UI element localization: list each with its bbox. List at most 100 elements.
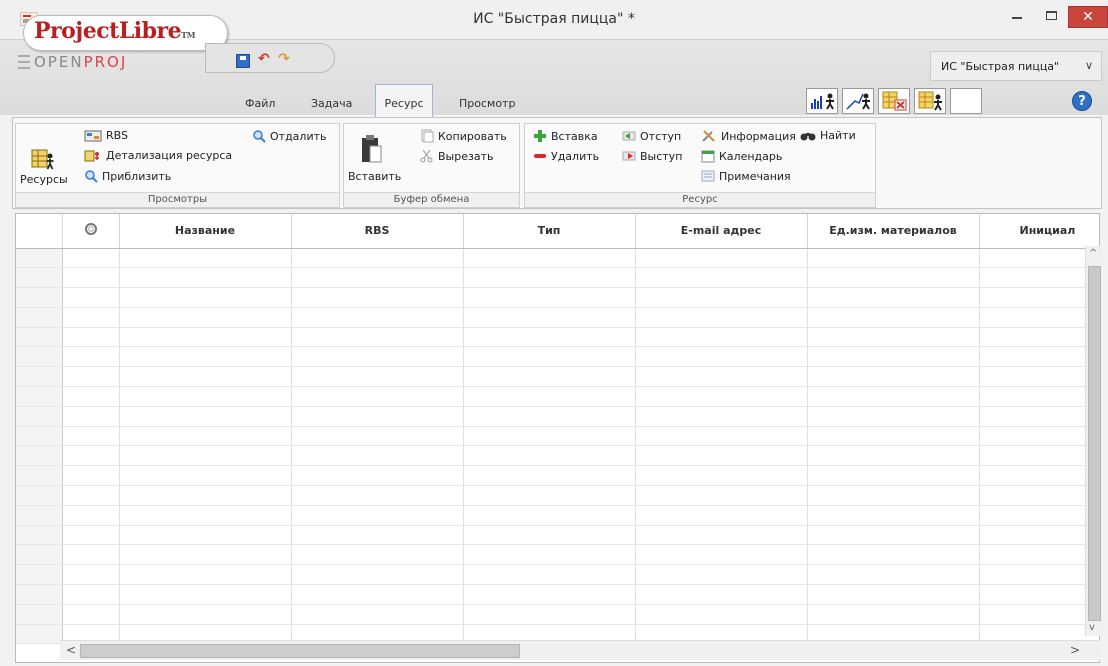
table-cell[interactable] (807, 564, 980, 586)
table-cell[interactable] (291, 386, 464, 407)
table-cell[interactable] (62, 485, 120, 506)
table-cell[interactable] (635, 346, 808, 368)
table-cell[interactable] (463, 346, 636, 368)
column-header-type[interactable]: Тип (463, 214, 636, 249)
table-cell[interactable] (979, 327, 1099, 348)
table-cell[interactable] (979, 287, 1099, 308)
table-row[interactable] (16, 327, 1099, 348)
table-row[interactable] (16, 465, 1099, 487)
table-cell[interactable] (979, 544, 1099, 566)
table-cell[interactable] (62, 248, 120, 269)
table-cell[interactable] (62, 584, 120, 605)
resource-histogram-icon[interactable] (806, 88, 838, 114)
table-cell[interactable] (807, 307, 980, 328)
table-cell[interactable] (807, 267, 980, 289)
row-header-cell[interactable] (16, 267, 63, 289)
table-cell[interactable] (635, 525, 808, 546)
table-cell[interactable] (635, 465, 808, 487)
table-cell[interactable] (635, 267, 808, 289)
table-row[interactable] (16, 564, 1099, 586)
table-cell[interactable] (119, 584, 292, 605)
tab-view[interactable]: Просмотр (459, 94, 515, 116)
table-row[interactable] (16, 346, 1099, 368)
table-cell[interactable] (62, 366, 120, 388)
resources-button[interactable]: Ресурсы (20, 148, 68, 186)
resource-sheet-icon[interactable] (914, 88, 946, 114)
table-cell[interactable] (635, 287, 808, 308)
column-header-material-unit[interactable]: Ед.изм. материалов (807, 214, 980, 249)
table-cell[interactable] (463, 386, 636, 407)
row-header-cell[interactable] (16, 465, 63, 487)
table-cell[interactable] (62, 525, 120, 546)
column-header-email[interactable]: E-mail адрес (635, 214, 808, 249)
scroll-up-arrow[interactable]: ^ (1089, 248, 1097, 259)
table-cell[interactable] (119, 307, 292, 328)
row-header-cell[interactable] (16, 624, 63, 645)
table-cell[interactable] (291, 445, 464, 467)
table-cell[interactable] (291, 544, 464, 566)
table-row[interactable] (16, 445, 1099, 467)
table-cell[interactable] (635, 307, 808, 328)
table-cell[interactable] (463, 327, 636, 348)
rbs-button[interactable]: RBS (84, 129, 128, 142)
table-cell[interactable] (807, 386, 980, 407)
table-cell[interactable] (807, 426, 980, 447)
resource-sheet-close-icon[interactable] (878, 88, 910, 114)
table-cell[interactable] (635, 426, 808, 447)
table-cell[interactable] (119, 248, 292, 269)
cut-button[interactable]: Вырезать (420, 149, 493, 163)
table-cell[interactable] (807, 465, 980, 487)
table-cell[interactable] (635, 604, 808, 625)
table-cell[interactable] (463, 604, 636, 625)
maximize-button[interactable] (1034, 0, 1068, 30)
table-row[interactable] (16, 604, 1099, 625)
close-button[interactable]: ✕ (1068, 6, 1108, 28)
table-cell[interactable] (463, 307, 636, 328)
table-row[interactable] (16, 287, 1099, 308)
paste-button[interactable]: Вставить (348, 134, 401, 183)
row-header-cell[interactable] (16, 406, 63, 427)
table-cell[interactable] (291, 307, 464, 328)
table-cell[interactable] (807, 248, 980, 269)
table-cell[interactable] (635, 327, 808, 348)
table-cell[interactable] (635, 406, 808, 427)
table-cell[interactable] (62, 445, 120, 467)
table-cell[interactable] (62, 544, 120, 566)
row-header-cell[interactable] (16, 307, 63, 328)
vertical-scrollbar[interactable]: ^ v (1085, 246, 1102, 636)
undo-icon[interactable]: ↶ (258, 51, 270, 67)
column-header-indicators[interactable] (62, 214, 120, 249)
blank-view-icon[interactable] (950, 88, 982, 114)
table-cell[interactable] (979, 485, 1099, 506)
copy-button[interactable]: Копировать (420, 129, 507, 143)
find-button[interactable]: Найти (800, 129, 856, 142)
table-cell[interactable] (119, 287, 292, 308)
table-cell[interactable] (291, 346, 464, 368)
table-cell[interactable] (463, 525, 636, 546)
resource-usage-graph-icon[interactable] (842, 88, 874, 114)
redo-icon[interactable]: ↷ (278, 51, 290, 67)
tab-task[interactable]: Задача (311, 94, 352, 116)
table-cell[interactable] (807, 327, 980, 348)
table-cell[interactable] (62, 465, 120, 487)
row-header-corner[interactable] (16, 214, 63, 249)
table-cell[interactable] (291, 505, 464, 526)
table-cell[interactable] (119, 445, 292, 467)
table-cell[interactable] (979, 366, 1099, 388)
table-cell[interactable] (979, 604, 1099, 625)
table-cell[interactable] (463, 485, 636, 506)
notes-button[interactable]: Примечания (701, 169, 791, 183)
table-cell[interactable] (979, 505, 1099, 526)
table-cell[interactable] (291, 485, 464, 506)
table-cell[interactable] (119, 564, 292, 586)
table-cell[interactable] (635, 584, 808, 605)
table-row[interactable] (16, 525, 1099, 546)
table-cell[interactable] (62, 346, 120, 368)
vertical-scroll-thumb[interactable] (1088, 266, 1101, 621)
table-cell[interactable] (979, 386, 1099, 407)
table-cell[interactable] (979, 465, 1099, 487)
row-header-cell[interactable] (16, 426, 63, 447)
table-cell[interactable] (807, 505, 980, 526)
table-cell[interactable] (119, 406, 292, 427)
help-icon[interactable]: ? (1072, 91, 1092, 111)
